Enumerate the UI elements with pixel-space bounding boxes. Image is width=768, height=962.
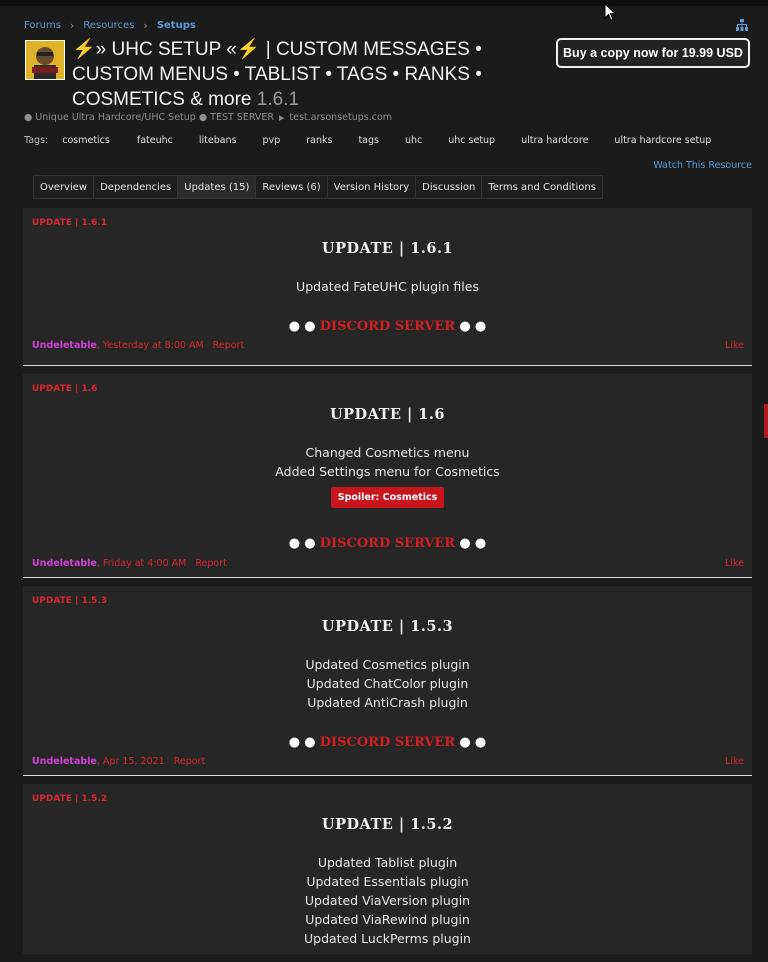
report-link[interactable]: Report: [195, 558, 227, 569]
chevron-right-icon: ›: [69, 19, 75, 32]
breadcrumb-resources[interactable]: Resources: [83, 20, 134, 31]
tags-label: Tags:: [24, 135, 49, 146]
discord-server-link[interactable]: ● ● DISCORD SERVER ● ●: [23, 735, 752, 750]
update-item: UPDATE | 1.6.1 UPDATE | 1.6.1 Updated Fa…: [23, 208, 752, 366]
tag-cosmetics[interactable]: cosmetics: [62, 135, 110, 146]
discord-bullets: ● ●: [288, 735, 316, 750]
update-line: Updated FateUHC plugin files: [296, 279, 479, 294]
update-date[interactable]: , Yesterday at 8:00 AM: [97, 340, 204, 351]
update-title-link[interactable]: UPDATE | 1.6: [32, 384, 97, 394]
update-line: Changed Cosmetics menu: [305, 445, 470, 460]
discord-server-name[interactable]: DISCORD SERVER: [320, 536, 455, 551]
update-heading: UPDATE | 1.6: [329, 406, 446, 423]
discord-server-name[interactable]: DISCORD SERVER: [320, 735, 455, 750]
discord-bullets: ● ●: [288, 536, 316, 551]
tag-litebans[interactable]: litebans: [199, 135, 237, 146]
breadcrumb-forums[interactable]: Forums: [24, 20, 61, 31]
server-address: test.arsonsetups.com: [289, 112, 393, 123]
mouse-pointer-icon: [604, 3, 617, 22]
sitemap-icon[interactable]: [736, 19, 748, 31]
update-meta: Undeletable, Yesterday at 8:00 AM Report: [32, 340, 244, 351]
update-title-link[interactable]: UPDATE | 1.5.2: [32, 794, 107, 804]
report-link[interactable]: Report: [213, 340, 245, 351]
tag-list: Tags: cosmetics fateuhc litebans pvp ran…: [24, 135, 711, 146]
update-line: Added Settings menu for Cosmetics: [275, 464, 500, 479]
watch-resource-link[interactable]: Watch This Resource: [653, 160, 752, 171]
breadcrumb-setups[interactable]: Setups: [157, 20, 196, 31]
breadcrumb: Forums › Resources › Setups: [24, 19, 196, 32]
resource-version: 1.6.1: [256, 89, 300, 110]
update-line: Updated ChatColor plugin: [306, 676, 469, 691]
discord-server-link[interactable]: ● ● DISCORD SERVER ● ●: [23, 536, 752, 551]
like-link[interactable]: Like: [725, 558, 744, 569]
update-line: Updated ViaRewind plugin: [305, 912, 470, 927]
tag-fateuhc[interactable]: fateuhc: [137, 135, 173, 146]
discord-server-name[interactable]: DISCORD SERVER: [320, 319, 455, 334]
tab-version-history[interactable]: Version History: [326, 175, 417, 199]
discord-bullets: ● ●: [459, 319, 487, 334]
author-link[interactable]: Undeletable: [32, 340, 97, 351]
discord-bullets: ● ●: [459, 536, 487, 551]
tagline-text: ● Unique Ultra Hardcore/UHC Setup ● TEST…: [24, 112, 275, 123]
page-content: Forums › Resources › Setups ⚡» UHC SETUP…: [23, 6, 752, 954]
update-meta: Undeletable, Friday at 4:00 AM Report: [32, 558, 227, 569]
like-link[interactable]: Like: [725, 756, 744, 767]
update-item: UPDATE | 1.5.2 UPDATE | 1.5.2 Updated Ta…: [23, 784, 752, 954]
discord-bullets: ● ●: [459, 735, 487, 750]
side-scroll-tab[interactable]: [764, 404, 768, 438]
tab-dependencies[interactable]: Dependencies: [93, 175, 179, 199]
update-line: Updated Cosmetics plugin: [305, 657, 470, 672]
resource-tagline: ● Unique Ultra Hardcore/UHC Setup ● TEST…: [24, 112, 392, 123]
update-item: UPDATE | 1.5.3 UPDATE | 1.5.3 Updated Co…: [23, 586, 752, 776]
like-link[interactable]: Like: [725, 340, 744, 351]
tag-uhc-setup[interactable]: uhc setup: [448, 135, 495, 146]
update-line: Updated AntiCrash plugin: [307, 695, 468, 710]
spoiler-button[interactable]: Spoiler: Cosmetics: [330, 487, 445, 508]
resource-tabs: Overview Dependencies Updates (15) Revie…: [33, 175, 603, 199]
update-line: Updated ViaVersion plugin: [304, 893, 471, 908]
update-title-link[interactable]: UPDATE | 1.5.3: [32, 596, 107, 606]
tag-pvp[interactable]: pvp: [263, 135, 281, 146]
update-date[interactable]: , Apr 15, 2021: [97, 756, 165, 767]
update-line: Updated Tablist plugin: [317, 855, 458, 870]
tab-updates[interactable]: Updates (15): [177, 175, 257, 199]
update-date[interactable]: , Friday at 4:00 AM: [97, 558, 186, 569]
tag-ultra-hardcore-setup[interactable]: ultra hardcore setup: [614, 135, 711, 146]
arrow-right-icon: ▶: [279, 114, 285, 122]
tab-discussion[interactable]: Discussion: [415, 175, 483, 199]
report-link[interactable]: Report: [174, 756, 206, 767]
discord-server-link[interactable]: ● ● DISCORD SERVER ● ●: [23, 319, 752, 334]
update-list: UPDATE | 1.6.1 UPDATE | 1.6.1 Updated Fa…: [23, 208, 752, 962]
tab-terms[interactable]: Terms and Conditions: [481, 175, 603, 199]
update-title-link[interactable]: UPDATE | 1.6.1: [32, 218, 107, 228]
chevron-right-icon: ›: [143, 19, 148, 32]
update-heading: UPDATE | 1.5.2: [321, 816, 454, 833]
tag-uhc[interactable]: uhc: [405, 135, 422, 146]
update-heading: UPDATE | 1.5.3: [321, 618, 454, 635]
update-item: UPDATE | 1.6 UPDATE | 1.6 Changed Cosmet…: [23, 374, 752, 578]
discord-bullets: ● ●: [288, 319, 316, 334]
buy-button[interactable]: Buy a copy now for 19.99 USD: [556, 38, 750, 68]
resource-logo-icon: [25, 40, 65, 80]
resource-title: ⚡» UHC SETUP «⚡ | CUSTOM MESSAGES • CUST…: [72, 37, 552, 112]
author-link[interactable]: Undeletable: [32, 756, 97, 767]
author-link[interactable]: Undeletable: [32, 558, 97, 569]
tab-reviews[interactable]: Reviews (6): [255, 175, 328, 199]
tag-ranks[interactable]: ranks: [306, 135, 332, 146]
tag-ultra-hardcore[interactable]: ultra hardcore: [521, 135, 588, 146]
tag-tags[interactable]: tags: [358, 135, 379, 146]
update-heading: UPDATE | 1.6.1: [321, 240, 454, 257]
update-meta: Undeletable, Apr 15, 2021 Report: [32, 756, 205, 767]
update-line: Updated Essentials plugin: [306, 874, 469, 889]
tab-overview[interactable]: Overview: [33, 175, 95, 199]
